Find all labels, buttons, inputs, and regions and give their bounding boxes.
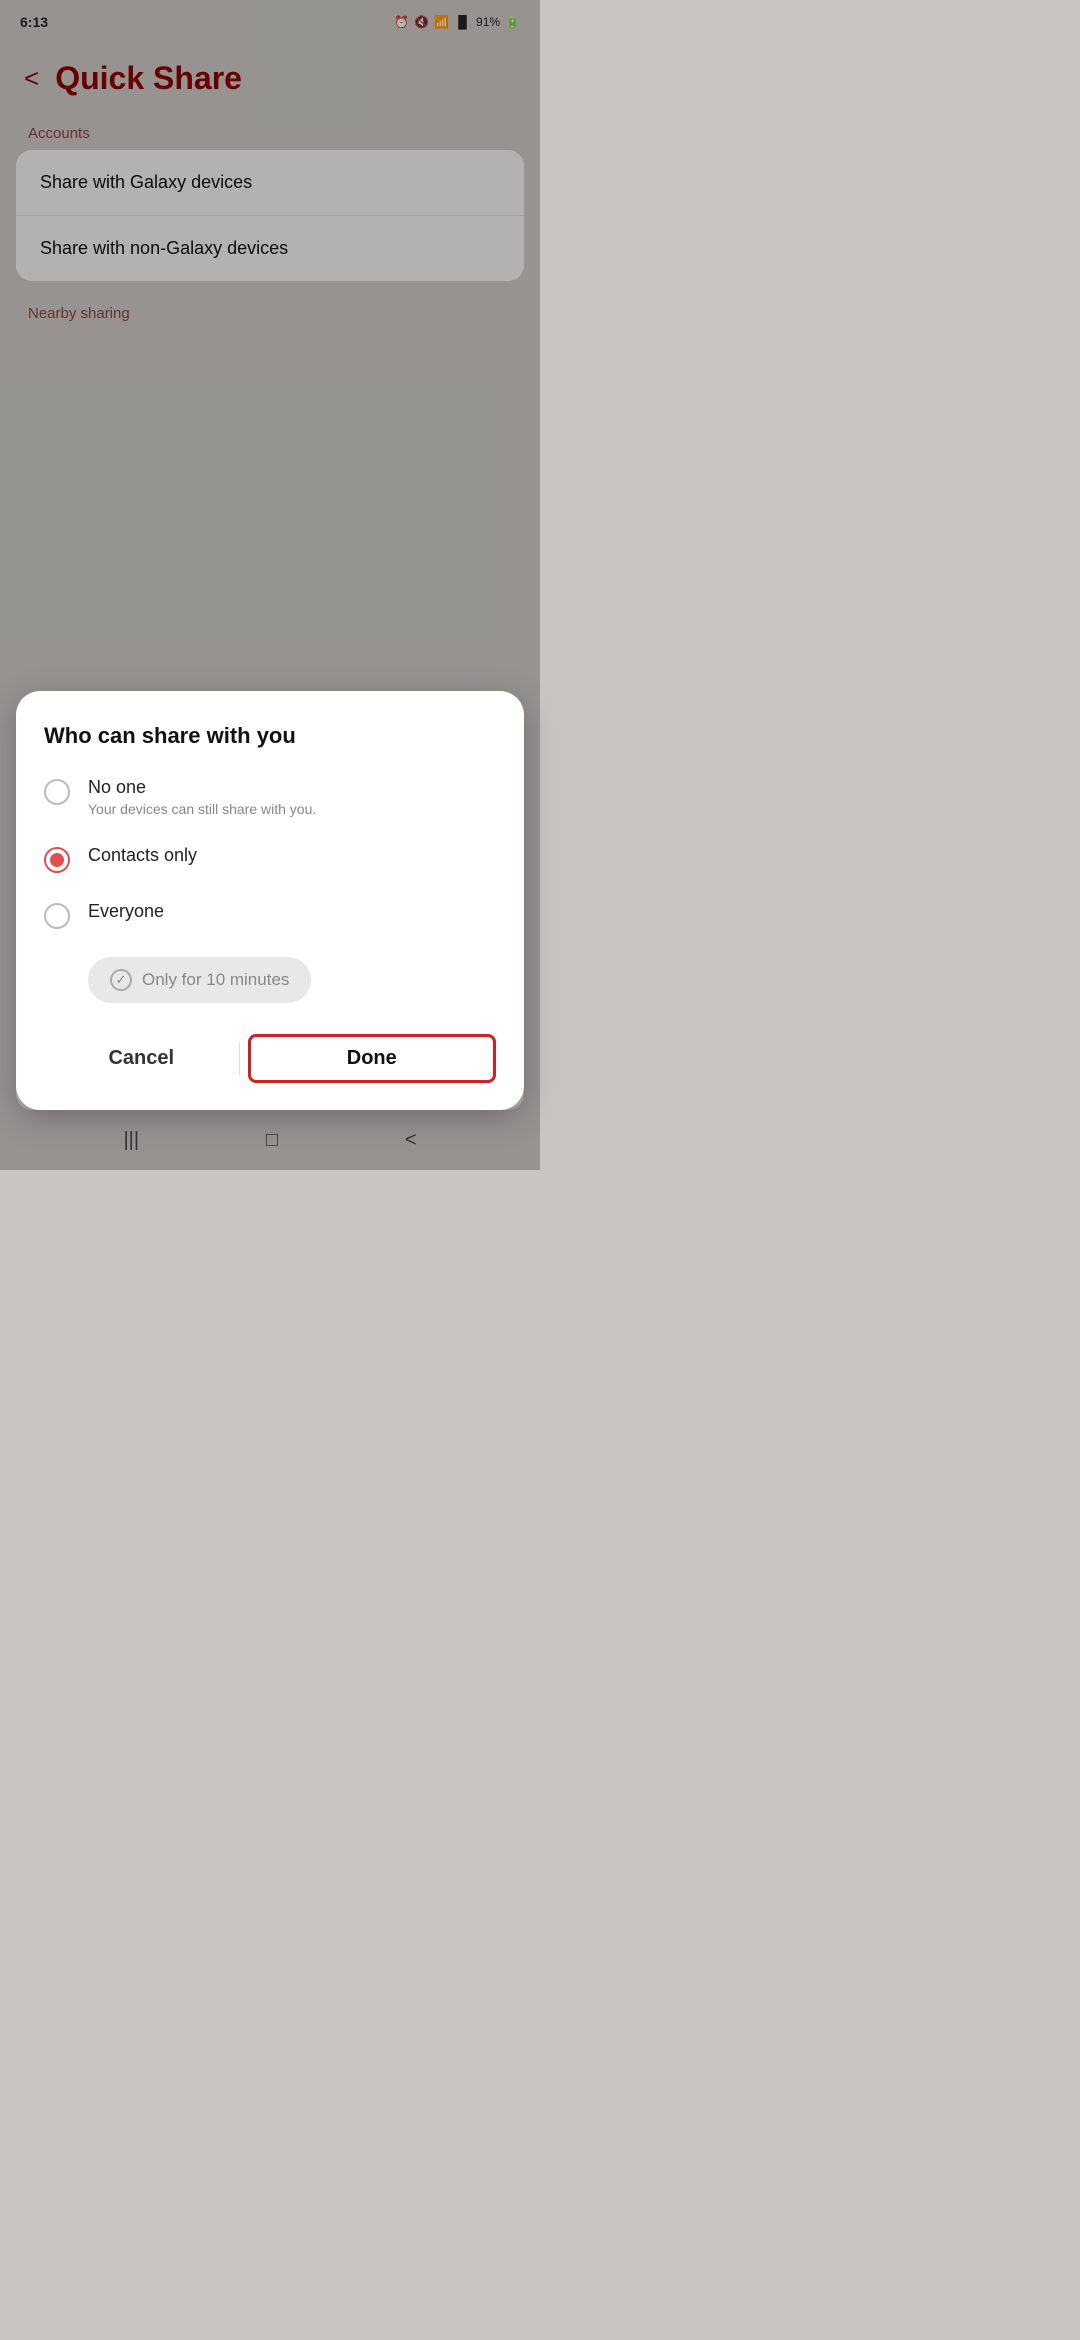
who-can-share-dialog: Who can share with you No one Your devic… xyxy=(16,691,524,1110)
contacts-only-label: Contacts only xyxy=(88,845,197,866)
contacts-only-option[interactable]: Contacts only xyxy=(44,845,496,873)
everyone-label: Everyone xyxy=(88,901,164,922)
done-button[interactable]: Done xyxy=(248,1034,497,1083)
no-one-radio[interactable] xyxy=(44,779,70,805)
cancel-button[interactable]: Cancel xyxy=(44,1031,239,1086)
everyone-option[interactable]: Everyone xyxy=(44,901,496,929)
everyone-radio[interactable] xyxy=(44,903,70,929)
no-one-label: No one xyxy=(88,777,316,798)
dialog-buttons: Cancel Done xyxy=(44,1031,496,1086)
dialog-title: Who can share with you xyxy=(44,723,496,749)
contacts-only-radio[interactable] xyxy=(44,847,70,873)
no-one-sublabel: Your devices can still share with you. xyxy=(88,801,316,817)
timer-text: Only for 10 minutes xyxy=(142,970,289,990)
contacts-only-label-container: Contacts only xyxy=(88,845,197,866)
button-divider xyxy=(239,1043,240,1075)
timer-check-icon: ✓ xyxy=(110,969,132,991)
timer-pill[interactable]: ✓ Only for 10 minutes xyxy=(88,957,311,1003)
no-one-option[interactable]: No one Your devices can still share with… xyxy=(44,777,496,817)
everyone-label-container: Everyone xyxy=(88,901,164,922)
no-one-label-container: No one Your devices can still share with… xyxy=(88,777,316,817)
